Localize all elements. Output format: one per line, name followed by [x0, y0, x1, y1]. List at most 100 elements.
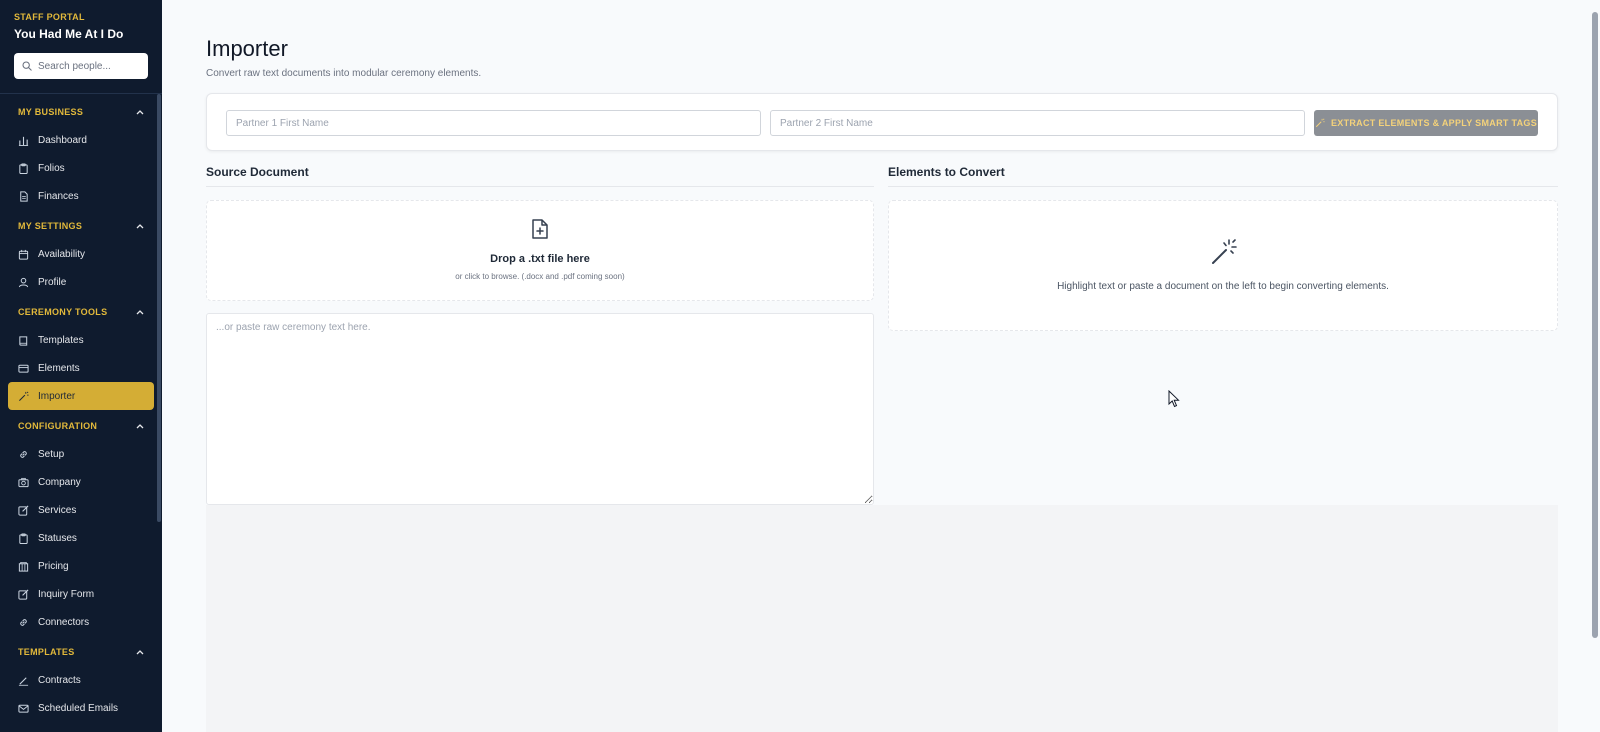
calendar-icon — [18, 249, 29, 260]
link-icon — [20, 618, 27, 626]
chevron-up-icon — [136, 110, 144, 115]
extract-button-label: EXTRACT ELEMENTS & APPLY SMART TAGS — [1330, 118, 1538, 128]
sidebar-item-elements[interactable]: Elements — [8, 354, 154, 382]
building-icon — [18, 561, 29, 572]
chevron-up-icon — [136, 424, 144, 429]
elements-empty-state: Highlight text or paste a document on th… — [888, 200, 1558, 331]
chevron-up-icon — [136, 310, 144, 315]
elements-heading-rule — [888, 186, 1558, 187]
partner-form-card: EXTRACT ELEMENTS & APPLY SMART TAGS — [206, 93, 1558, 151]
elements-empty-hint: Highlight text or paste a document on th… — [1057, 281, 1389, 292]
search-icon — [22, 61, 32, 71]
sidebar-item-inquiry-form[interactable]: Inquiry Form — [8, 580, 154, 608]
business-name: You Had Me At I Do — [14, 27, 124, 41]
drop-subtitle: or click to browse. (.docx and .pdf comi… — [455, 272, 625, 281]
sidebar-item-setup[interactable]: Setup — [8, 440, 154, 468]
section-title: MY BUSINESS — [18, 107, 84, 117]
sidebar-item-label: Scheduled Emails — [38, 702, 119, 714]
file-plus-icon — [532, 219, 548, 239]
wand-icon — [18, 391, 29, 401]
bar-chart-icon — [18, 136, 29, 146]
main-content: Importer Convert raw text documents into… — [162, 0, 1600, 732]
partner1-first-name-input[interactable] — [226, 110, 761, 136]
brand: STAFF PORTAL You Had Me At I Do — [0, 0, 162, 41]
section-my-business[interactable]: MY BUSINESS — [8, 98, 154, 126]
camera-icon — [18, 477, 29, 487]
document-icon — [20, 190, 28, 202]
lower-content-area — [206, 505, 1558, 732]
sidebar-item-statuses[interactable]: Statuses — [8, 524, 154, 552]
chevron-up-icon — [136, 224, 144, 229]
magic-wand-icon — [1212, 239, 1237, 264]
source-heading-rule — [206, 186, 874, 187]
sidebar-item-label: Services — [38, 504, 77, 516]
card-icon — [18, 364, 29, 373]
clipboard-icon — [19, 532, 28, 544]
extract-elements-button[interactable]: EXTRACT ELEMENTS & APPLY SMART TAGS — [1314, 110, 1538, 136]
file-drop-zone[interactable]: Drop a .txt file here or click to browse… — [206, 200, 874, 301]
page-title: Importer — [206, 36, 288, 61]
sidebar-scrollbar[interactable] — [157, 94, 161, 522]
sidebar-item-label: Inquiry Form — [38, 588, 95, 600]
page-scrollbar[interactable] — [1592, 12, 1598, 638]
section-title: TEMPLATES — [18, 647, 75, 657]
mail-icon — [18, 704, 29, 713]
sidebar-item-label: Templates — [38, 334, 84, 346]
sidebar-item-label: Connectors — [38, 616, 90, 628]
sidebar-item-profile[interactable]: Profile — [8, 268, 154, 296]
sidebar-nav: MY BUSINESS Dashboard Folios Finances MY… — [0, 98, 162, 722]
sidebar-item-scheduled-emails[interactable]: Scheduled Emails — [8, 694, 154, 722]
book-icon — [19, 335, 28, 346]
people-search[interactable] — [14, 53, 148, 79]
sidebar-item-dashboard[interactable]: Dashboard — [8, 126, 154, 154]
clipboard-icon — [19, 162, 28, 174]
sidebar-item-pricing[interactable]: Pricing — [8, 552, 154, 580]
sidebar-item-services[interactable]: Services — [8, 496, 154, 524]
section-title: MY SETTINGS — [18, 221, 83, 231]
section-title: CEREMONY TOOLS — [18, 307, 108, 317]
brand-eyebrow: STAFF PORTAL — [14, 12, 85, 22]
section-ceremony-tools[interactable]: CEREMONY TOOLS — [8, 298, 154, 326]
sidebar-item-connectors[interactable]: Connectors — [8, 608, 154, 636]
sidebar-item-label: Setup — [38, 448, 65, 460]
section-templates[interactable]: TEMPLATES — [8, 638, 154, 666]
sidebar-item-label: Importer — [38, 390, 76, 402]
sidebar-item-company[interactable]: Company — [8, 468, 154, 496]
sidebar-item-label: Company — [38, 476, 81, 488]
sidebar-item-availability[interactable]: Availability — [8, 240, 154, 268]
sidebar-item-label: Folios — [38, 162, 65, 174]
wand-icon — [1315, 118, 1325, 128]
elements-to-convert-heading: Elements to Convert — [888, 165, 1005, 179]
sidebar-item-label: Profile — [38, 276, 67, 288]
sidebar-item-folios[interactable]: Folios — [8, 154, 154, 182]
sidebar-item-label: Dashboard — [38, 134, 87, 146]
search-input[interactable] — [38, 60, 140, 72]
sidebar-item-label: Elements — [38, 362, 80, 374]
sidebar-item-label: Finances — [38, 190, 79, 202]
section-my-settings[interactable]: MY SETTINGS — [8, 212, 154, 240]
drop-title: Drop a .txt file here — [490, 253, 590, 265]
pen-icon — [18, 676, 29, 686]
page-subtitle: Convert raw text documents into modular … — [206, 68, 482, 79]
chevron-up-icon — [136, 650, 144, 655]
edit-icon — [18, 589, 29, 600]
sidebar-item-finances[interactable]: Finances — [8, 182, 154, 210]
link-icon — [20, 450, 27, 458]
sidebar: STAFF PORTAL You Had Me At I Do MY BUSIN… — [0, 0, 162, 732]
sidebar-item-importer[interactable]: Importer — [8, 382, 154, 410]
mouse-cursor-icon — [1168, 390, 1180, 408]
sidebar-item-label: Contracts — [38, 674, 81, 686]
partner2-first-name-input[interactable] — [770, 110, 1305, 136]
sidebar-item-label: Availability — [38, 248, 86, 260]
sidebar-item-label: Statuses — [38, 532, 77, 544]
source-document-heading: Source Document — [206, 165, 309, 179]
user-icon — [18, 277, 29, 287]
sidebar-item-contracts[interactable]: Contracts — [8, 666, 154, 694]
section-title: CONFIGURATION — [18, 421, 98, 431]
section-configuration[interactable]: CONFIGURATION — [8, 412, 154, 440]
edit-icon — [18, 505, 29, 516]
sidebar-item-templates[interactable]: Templates — [8, 326, 154, 354]
sidebar-divider — [0, 93, 162, 94]
raw-ceremony-text-input[interactable] — [206, 313, 874, 505]
sidebar-item-label: Pricing — [38, 560, 69, 572]
